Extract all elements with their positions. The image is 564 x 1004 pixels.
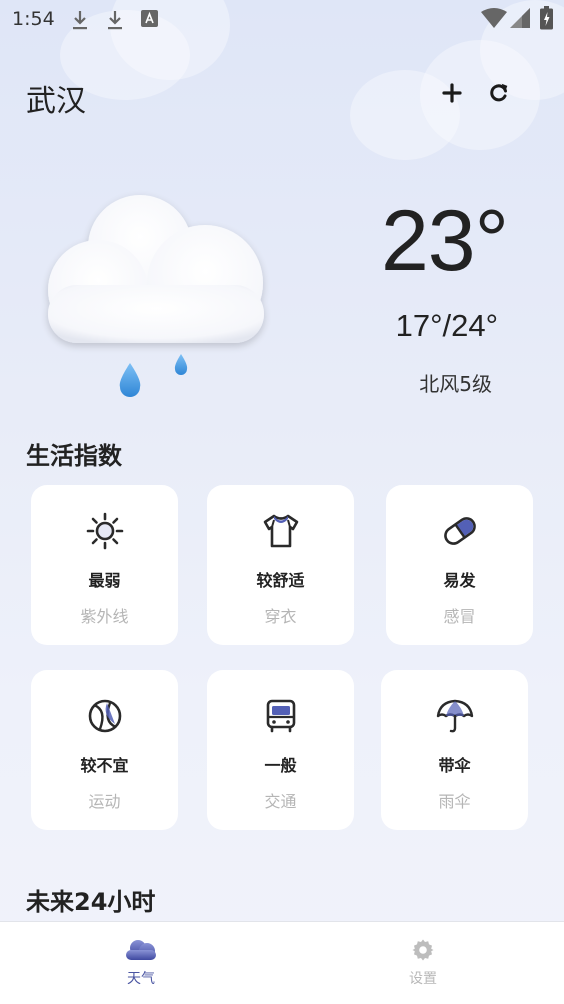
cloud-icon [126, 940, 156, 960]
keyboard-a-icon [141, 10, 158, 27]
refresh-icon [490, 83, 508, 102]
wind-info: 北风5级 [419, 372, 492, 396]
cloud-rain-icon [48, 195, 264, 397]
index-value: 一般 [264, 756, 297, 775]
current-temperature: 23° [380, 193, 509, 289]
signal-icon [510, 8, 530, 28]
bus-icon [266, 699, 295, 733]
index-value: 较舒适 [256, 571, 305, 590]
index-card-clothing[interactable]: 较舒适 穿衣 [207, 485, 354, 645]
wifi-icon [481, 8, 507, 28]
nav-item-weather[interactable]: 天气 [101, 938, 181, 988]
temperature-range: 17°/24° [395, 308, 498, 343]
battery-icon [540, 6, 553, 30]
index-card-traffic[interactable]: 一般 交通 [207, 670, 354, 830]
sun-icon [86, 512, 123, 550]
index-label: 雨伞 [438, 792, 471, 811]
forecast-title: 未来24小时 [26, 888, 156, 916]
index-value: 易发 [443, 571, 476, 590]
index-value: 带伞 [438, 756, 471, 775]
pill-icon [443, 517, 476, 545]
index-label: 感冒 [443, 607, 476, 626]
index-label: 运动 [88, 792, 121, 811]
plus-icon [442, 83, 462, 103]
status-time: 1:54 [12, 8, 55, 30]
nav-label-weather: 天气 [127, 971, 155, 987]
index-card-sport[interactable]: 较不宜 运动 [31, 670, 178, 830]
ball-icon [88, 699, 121, 733]
index-value: 较不宜 [80, 756, 129, 775]
nav-item-settings[interactable]: 设置 [383, 938, 463, 988]
city-name[interactable]: 武汉 [26, 76, 86, 120]
gear-icon [412, 939, 434, 961]
index-label: 交通 [264, 792, 297, 811]
index-label: 紫外线 [80, 607, 129, 626]
bottom-nav: 天气 设置 [0, 921, 564, 1004]
index-card-cold[interactable]: 易发 感冒 [386, 485, 533, 645]
index-card-umbrella[interactable]: 带伞 雨伞 [381, 670, 528, 830]
index-label: 穿衣 [264, 607, 297, 626]
life-index-title: 生活指数 [26, 442, 122, 470]
download-icon [108, 11, 122, 30]
nav-label-settings: 设置 [409, 971, 437, 987]
add-city-button[interactable] [437, 78, 467, 108]
umbrella-icon [436, 699, 473, 733]
index-card-uv[interactable]: 最弱 紫外线 [31, 485, 178, 645]
shirt-icon [263, 514, 298, 548]
index-value: 最弱 [88, 571, 121, 590]
refresh-button[interactable] [484, 78, 514, 108]
status-bar: 1:54 [0, 0, 564, 40]
download-icon [73, 11, 87, 30]
